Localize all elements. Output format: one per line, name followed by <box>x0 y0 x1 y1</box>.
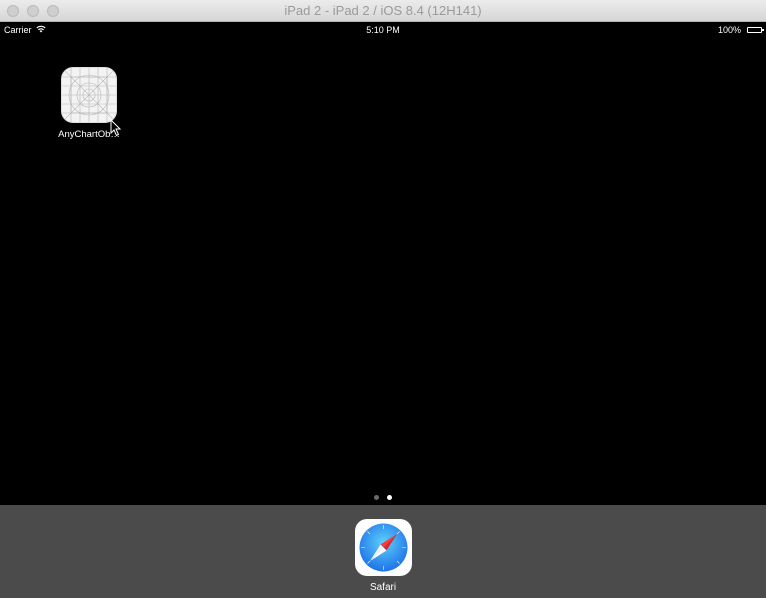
mouse-cursor-icon <box>110 119 122 137</box>
placeholder-app-icon <box>61 67 117 123</box>
ios-status-bar: Carrier 5:10 PM 100% <box>0 22 766 38</box>
dock: Safari <box>0 505 766 598</box>
battery-nub <box>762 29 764 31</box>
simulator-window: iPad 2 - iPad 2 / iOS 8.4 (12H141) Carri… <box>0 0 766 598</box>
battery-percentage: 100% <box>717 25 741 35</box>
page-indicator[interactable] <box>0 495 766 500</box>
page-dot-2[interactable] <box>387 495 392 500</box>
page-dot-1[interactable] <box>374 495 379 500</box>
title-bar: iPad 2 - iPad 2 / iOS 8.4 (12H141) <box>0 0 766 22</box>
status-time: 5:10 PM <box>366 25 400 35</box>
safari-compass-icon <box>354 519 412 576</box>
battery-icon <box>747 27 764 33</box>
dock-app-safari[interactable]: Safari <box>343 519 423 593</box>
window-title: iPad 2 - iPad 2 / iOS 8.4 (12H141) <box>284 3 482 18</box>
dock-app-label: Safari <box>369 582 397 593</box>
